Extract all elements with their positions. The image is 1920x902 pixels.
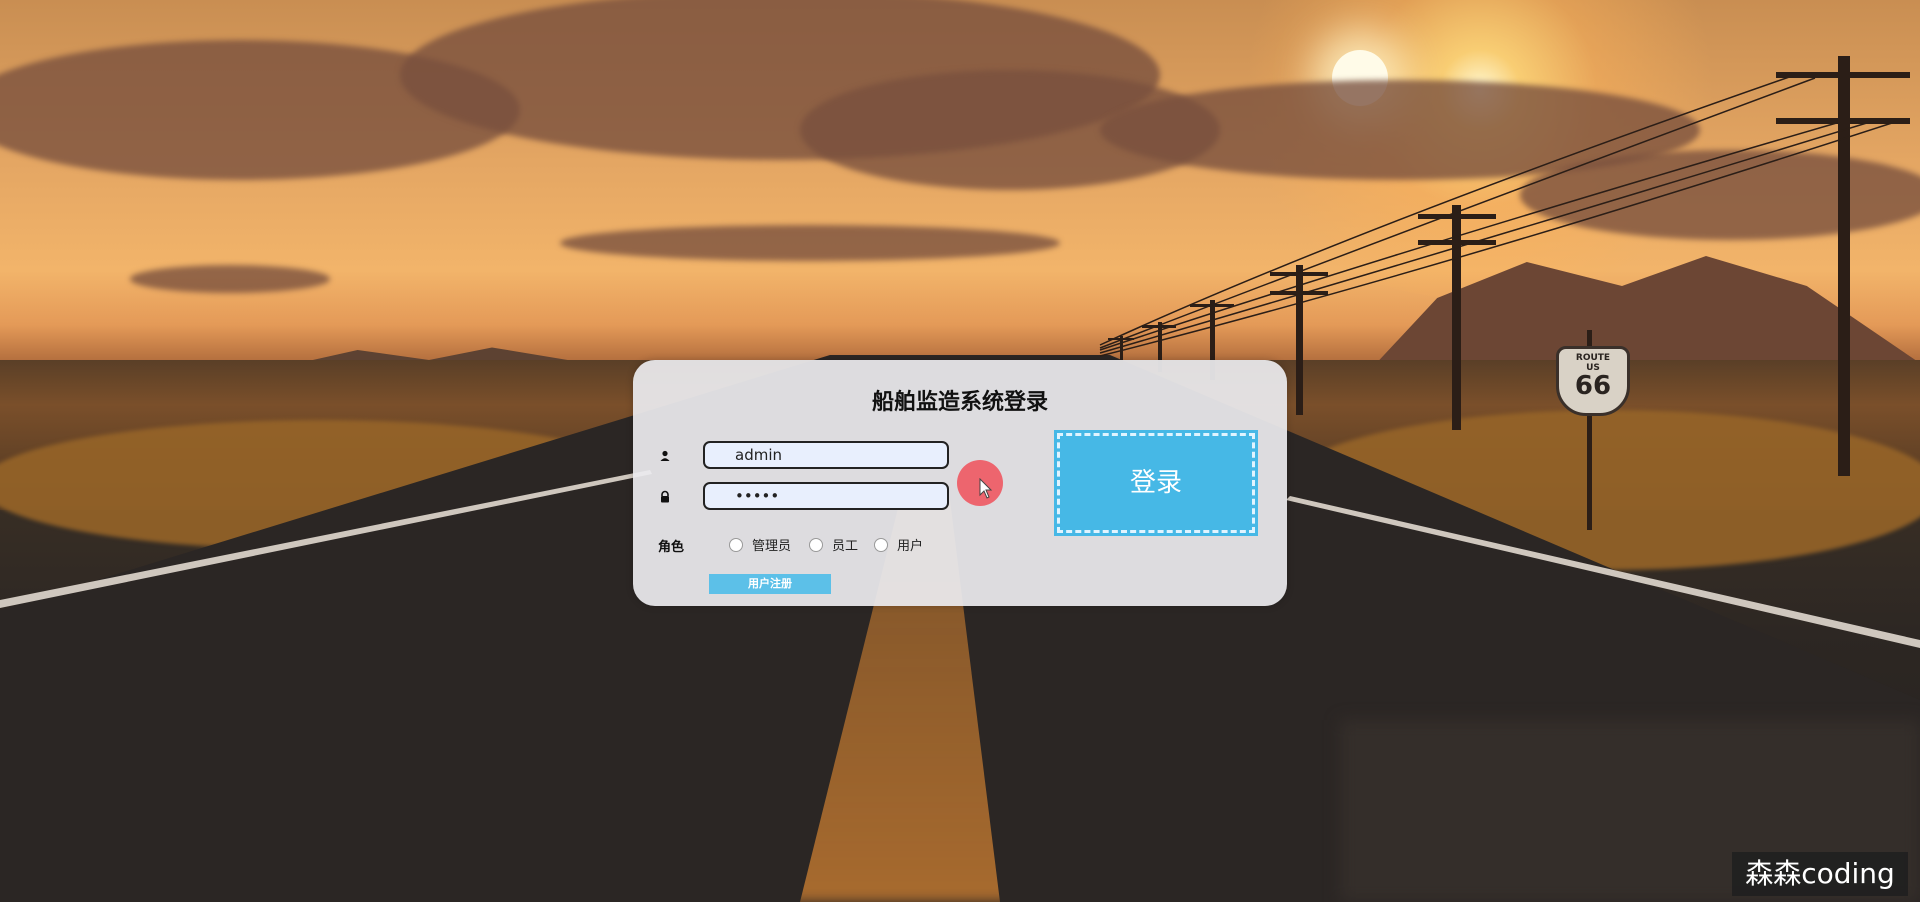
username-input[interactable] (703, 441, 949, 469)
role-option-admin[interactable]: 管理员 (729, 535, 791, 554)
role-radio[interactable] (874, 537, 888, 552)
route-66-sign: ROUTE US 66 (1556, 346, 1630, 416)
role-radio[interactable] (809, 537, 823, 552)
role-option-label: 用户 (897, 539, 924, 554)
login-panel: 船舶监造系统登录 角色 管理员 员工 用户 用户注册 登录 (633, 360, 1287, 606)
user-icon (660, 450, 670, 461)
login-button[interactable]: 登录 (1054, 430, 1258, 536)
lock-icon (661, 490, 669, 503)
role-option-label: 员工 (832, 539, 859, 554)
login-title: 船舶监造系统登录 (871, 390, 1048, 415)
role-option-user[interactable]: 用户 (874, 535, 923, 554)
role-option-staff[interactable]: 员工 (809, 535, 858, 554)
role-option-label: 管理员 (752, 539, 792, 554)
sign-number-text: 66 (1574, 371, 1612, 401)
watermark: 森森coding (1732, 852, 1908, 896)
background-scene: ROUTE US 66 船舶监造系统登录 角色 管理员 员工 用户 (0, 0, 1920, 902)
role-label: 角色 (658, 540, 685, 555)
sign-route-text: ROUTE (1575, 353, 1611, 363)
register-button[interactable]: 用户注册 (709, 574, 831, 594)
mouse-cursor-icon (979, 478, 993, 499)
role-radio[interactable] (729, 537, 743, 552)
password-input[interactable] (703, 482, 949, 510)
